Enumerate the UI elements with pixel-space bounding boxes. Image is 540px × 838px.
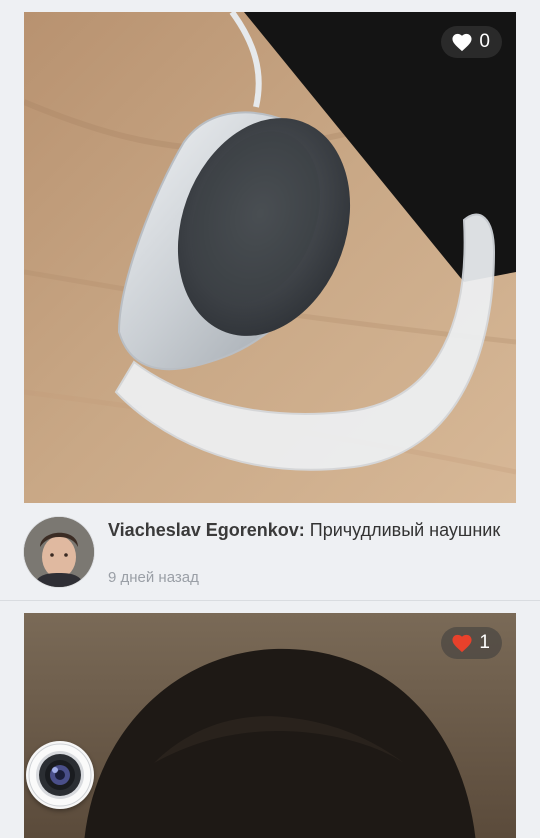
headset-photo (24, 12, 516, 503)
top-edge (0, 0, 540, 12)
heart-icon (452, 634, 472, 653)
like-button[interactable]: 1 (441, 627, 502, 659)
like-count: 0 (479, 31, 490, 52)
avatar[interactable] (24, 517, 94, 587)
author-name[interactable]: Viacheslav Egorenkov: (108, 520, 305, 540)
camera-button[interactable] (26, 741, 94, 809)
heart-icon (452, 33, 472, 52)
camera-icon (28, 743, 92, 807)
instagram-feed-screen: 0 Viacheslav Egorenkov: Причудливый науш… (0, 0, 540, 838)
post-photo[interactable]: 0 (24, 12, 516, 503)
like-count: 1 (479, 632, 490, 653)
post-time: 9 дней назад (108, 569, 199, 586)
post-caption: Viacheslav Egorenkov: Причудливый наушни… (108, 519, 518, 541)
post-meta: Viacheslav Egorenkov: Причудливый наушни… (0, 503, 540, 599)
post-divider (0, 600, 540, 601)
like-button[interactable]: 0 (441, 26, 502, 58)
post-photo[interactable]: 1 (24, 613, 516, 838)
caption-text: Причудливый наушник (309, 520, 501, 540)
user-avatar-image (24, 517, 94, 587)
